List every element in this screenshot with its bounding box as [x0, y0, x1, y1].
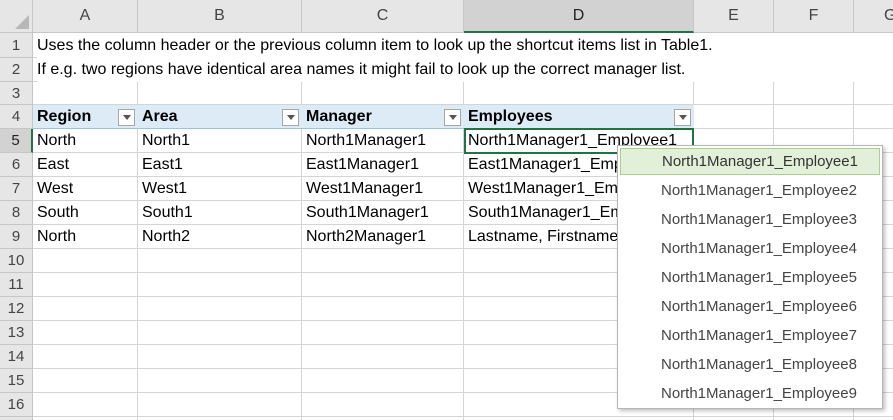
dropdown-item[interactable]: North1Manager1_Employee6	[620, 293, 880, 320]
dropdown-item[interactable]: North1Manager1_Employee5	[620, 264, 880, 291]
row-header-16[interactable]: 16	[0, 393, 33, 417]
dropdown-item[interactable]: North1Manager1_Employee8	[620, 351, 880, 378]
table-cell[interactable]: West1	[138, 177, 302, 201]
chevron-down-icon	[122, 115, 131, 120]
select-all-corner[interactable]	[0, 0, 33, 33]
row-header-11[interactable]: 11	[0, 273, 33, 297]
filter-dropdown-button-region[interactable]	[118, 109, 135, 126]
filter-dropdown-button-employees[interactable]	[674, 109, 691, 126]
dropdown-item[interactable]: North1Manager1_Employee3	[620, 206, 880, 233]
table-header-area[interactable]: Area	[138, 105, 302, 129]
row-header-8[interactable]: 8	[0, 201, 33, 225]
table-cell[interactable]: North1Manager1	[302, 129, 464, 153]
table-header-employees[interactable]: Employees	[464, 105, 694, 129]
table-cell[interactable]: West1Manager1	[302, 177, 464, 201]
note-row-2[interactable]: If e.g. two regions have identical area …	[37, 58, 893, 82]
chevron-down-icon	[448, 115, 457, 120]
row-header-13[interactable]: 13	[0, 321, 33, 345]
row-header-1[interactable]: 1	[0, 33, 33, 58]
table-cell[interactable]: North1	[138, 129, 302, 153]
filter-dropdown-button-manager[interactable]	[444, 109, 461, 126]
table-cell[interactable]: South	[33, 201, 138, 225]
row-header-5[interactable]: 5	[0, 129, 33, 153]
table-header-manager[interactable]: Manager	[302, 105, 464, 129]
column-header-c[interactable]: C	[302, 0, 464, 33]
column-header-g[interactable]: G	[854, 0, 893, 33]
row-header-14[interactable]: 14	[0, 345, 33, 369]
select-all-triangle-icon	[15, 15, 29, 29]
row-header-10[interactable]: 10	[0, 249, 33, 273]
table-header-label: Region	[37, 107, 92, 125]
dropdown-item[interactable]: North1Manager1_Employee1	[620, 148, 880, 175]
table-header-label: Employees	[468, 107, 553, 125]
note-row-1[interactable]: Uses the column header or the previous c…	[37, 33, 893, 58]
table-cell[interactable]: North	[33, 225, 138, 249]
column-header-a[interactable]: A	[33, 0, 138, 33]
table-cell[interactable]: East1Manager1	[302, 153, 464, 177]
column-header-b[interactable]: B	[138, 0, 302, 33]
column-header-e[interactable]: E	[694, 0, 774, 33]
spreadsheet-grid: A B C D E F G 1 2 3 4 5 6 7 8 9 10 11 12…	[0, 0, 893, 420]
chevron-down-icon	[286, 115, 295, 120]
table-cell[interactable]: North2Manager1	[302, 225, 464, 249]
gridline	[33, 416, 893, 417]
table-header-label: Area	[142, 107, 178, 125]
table-cell[interactable]: South1Manager1	[302, 201, 464, 225]
row-header-9[interactable]: 9	[0, 225, 33, 249]
table-cell[interactable]: East1	[138, 153, 302, 177]
table-cell[interactable]: West	[33, 177, 138, 201]
dropdown-item[interactable]: North1Manager1_Employee2	[620, 177, 880, 204]
table-cell[interactable]: South1	[138, 201, 302, 225]
data-validation-dropdown-list[interactable]: North1Manager1_Employee1 North1Manager1_…	[617, 145, 883, 409]
dropdown-item[interactable]: North1Manager1_Employee4	[620, 235, 880, 262]
row-header-12[interactable]: 12	[0, 297, 33, 321]
table-cell[interactable]: East	[33, 153, 138, 177]
dropdown-item[interactable]: North1Manager1_Employee9	[620, 380, 880, 407]
filter-dropdown-button-area[interactable]	[282, 109, 299, 126]
table-cell[interactable]: North	[33, 129, 138, 153]
row-header-4[interactable]: 4	[0, 105, 33, 129]
column-header-f[interactable]: F	[774, 0, 854, 33]
column-header-d[interactable]: D	[464, 0, 694, 33]
table-cell[interactable]: North2	[138, 225, 302, 249]
row-header-2[interactable]: 2	[0, 58, 33, 82]
chevron-down-icon	[678, 115, 687, 120]
row-header-3[interactable]: 3	[0, 82, 33, 105]
row-header-6[interactable]: 6	[0, 153, 33, 177]
dropdown-item[interactable]: North1Manager1_Employee7	[620, 322, 880, 349]
row-header-7[interactable]: 7	[0, 177, 33, 201]
row-header-15[interactable]: 15	[0, 369, 33, 393]
table-header-label: Manager	[306, 107, 372, 125]
